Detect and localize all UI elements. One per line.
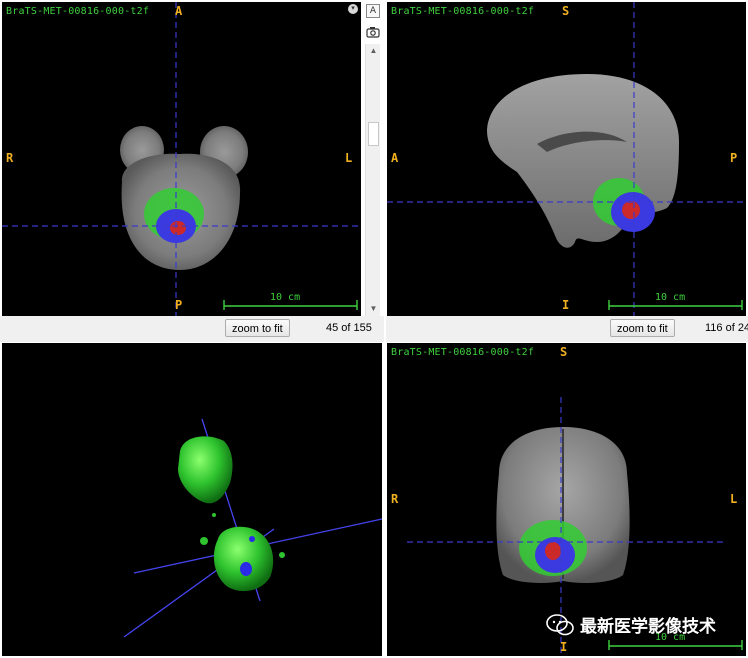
camera-icon[interactable] xyxy=(366,25,380,38)
orientation-right: L xyxy=(345,151,353,165)
scale-label: 10 cm xyxy=(655,292,686,303)
scroll-up-arrow[interactable]: ▲ xyxy=(366,44,381,58)
orientation-top: A xyxy=(175,4,183,18)
slice-counter: 45 of 155 xyxy=(326,322,372,334)
sagittal-status-bar: zoom to fit 116 of 24 xyxy=(386,316,748,342)
render-3d-image xyxy=(123,418,382,638)
wechat-icon xyxy=(546,613,576,642)
orientation-right: L xyxy=(730,492,738,506)
coronal-image xyxy=(407,397,743,656)
zoom-to-fit-button[interactable]: zoom to fit xyxy=(225,319,290,337)
slice-scrollbar[interactable]: ▲ ▼ xyxy=(365,44,380,316)
axial-view[interactable]: BraTS-MET-00816-000-t2f A P R L 10 cm ▾ xyxy=(2,2,361,316)
render-3d-view[interactable] xyxy=(2,343,382,656)
scale-label: 10 cm xyxy=(270,292,301,303)
chevron-down-circle-icon[interactable]: ▾ xyxy=(348,4,358,14)
orientation-bottom: P xyxy=(175,298,183,312)
volume-title: BraTS-MET-00816-000-t2f xyxy=(391,6,535,17)
orientation-left: A xyxy=(391,151,399,165)
orientation-top: S xyxy=(562,4,570,18)
edema-blob-upper xyxy=(178,436,233,504)
slice-counter: 116 of 24 xyxy=(705,322,748,334)
orientation-left: R xyxy=(391,492,399,506)
orientation-top: S xyxy=(560,345,568,359)
axial-image xyxy=(2,2,361,316)
sagittal-view[interactable]: BraTS-MET-00816-000-t2f S I A P 10 cm xyxy=(387,2,746,316)
orientation-bottom: I xyxy=(560,640,568,654)
core-blob xyxy=(240,562,252,576)
volume-title: BraTS-MET-00816-000-t2f xyxy=(6,6,150,17)
orientation-bottom: I xyxy=(562,298,570,312)
scroll-thumb[interactable] xyxy=(368,122,379,146)
zoom-to-fit-button[interactable]: zoom to fit xyxy=(610,319,675,337)
watermark-text: 最新医学影像技术 xyxy=(580,617,716,637)
orientation-right: P xyxy=(730,151,738,165)
scroll-down-arrow[interactable]: ▼ xyxy=(366,302,381,316)
coronal-view[interactable]: BraTS-MET-00816-000-t2f S I R L 10 cm xyxy=(387,343,746,656)
axial-status-bar: zoom to fit 45 of 155 xyxy=(0,316,384,342)
orientation-left: R xyxy=(6,151,14,165)
sagittal-image xyxy=(387,2,746,316)
volume-title: BraTS-MET-00816-000-t2f xyxy=(391,347,535,358)
annotation-toggle-button[interactable]: A xyxy=(366,4,380,18)
